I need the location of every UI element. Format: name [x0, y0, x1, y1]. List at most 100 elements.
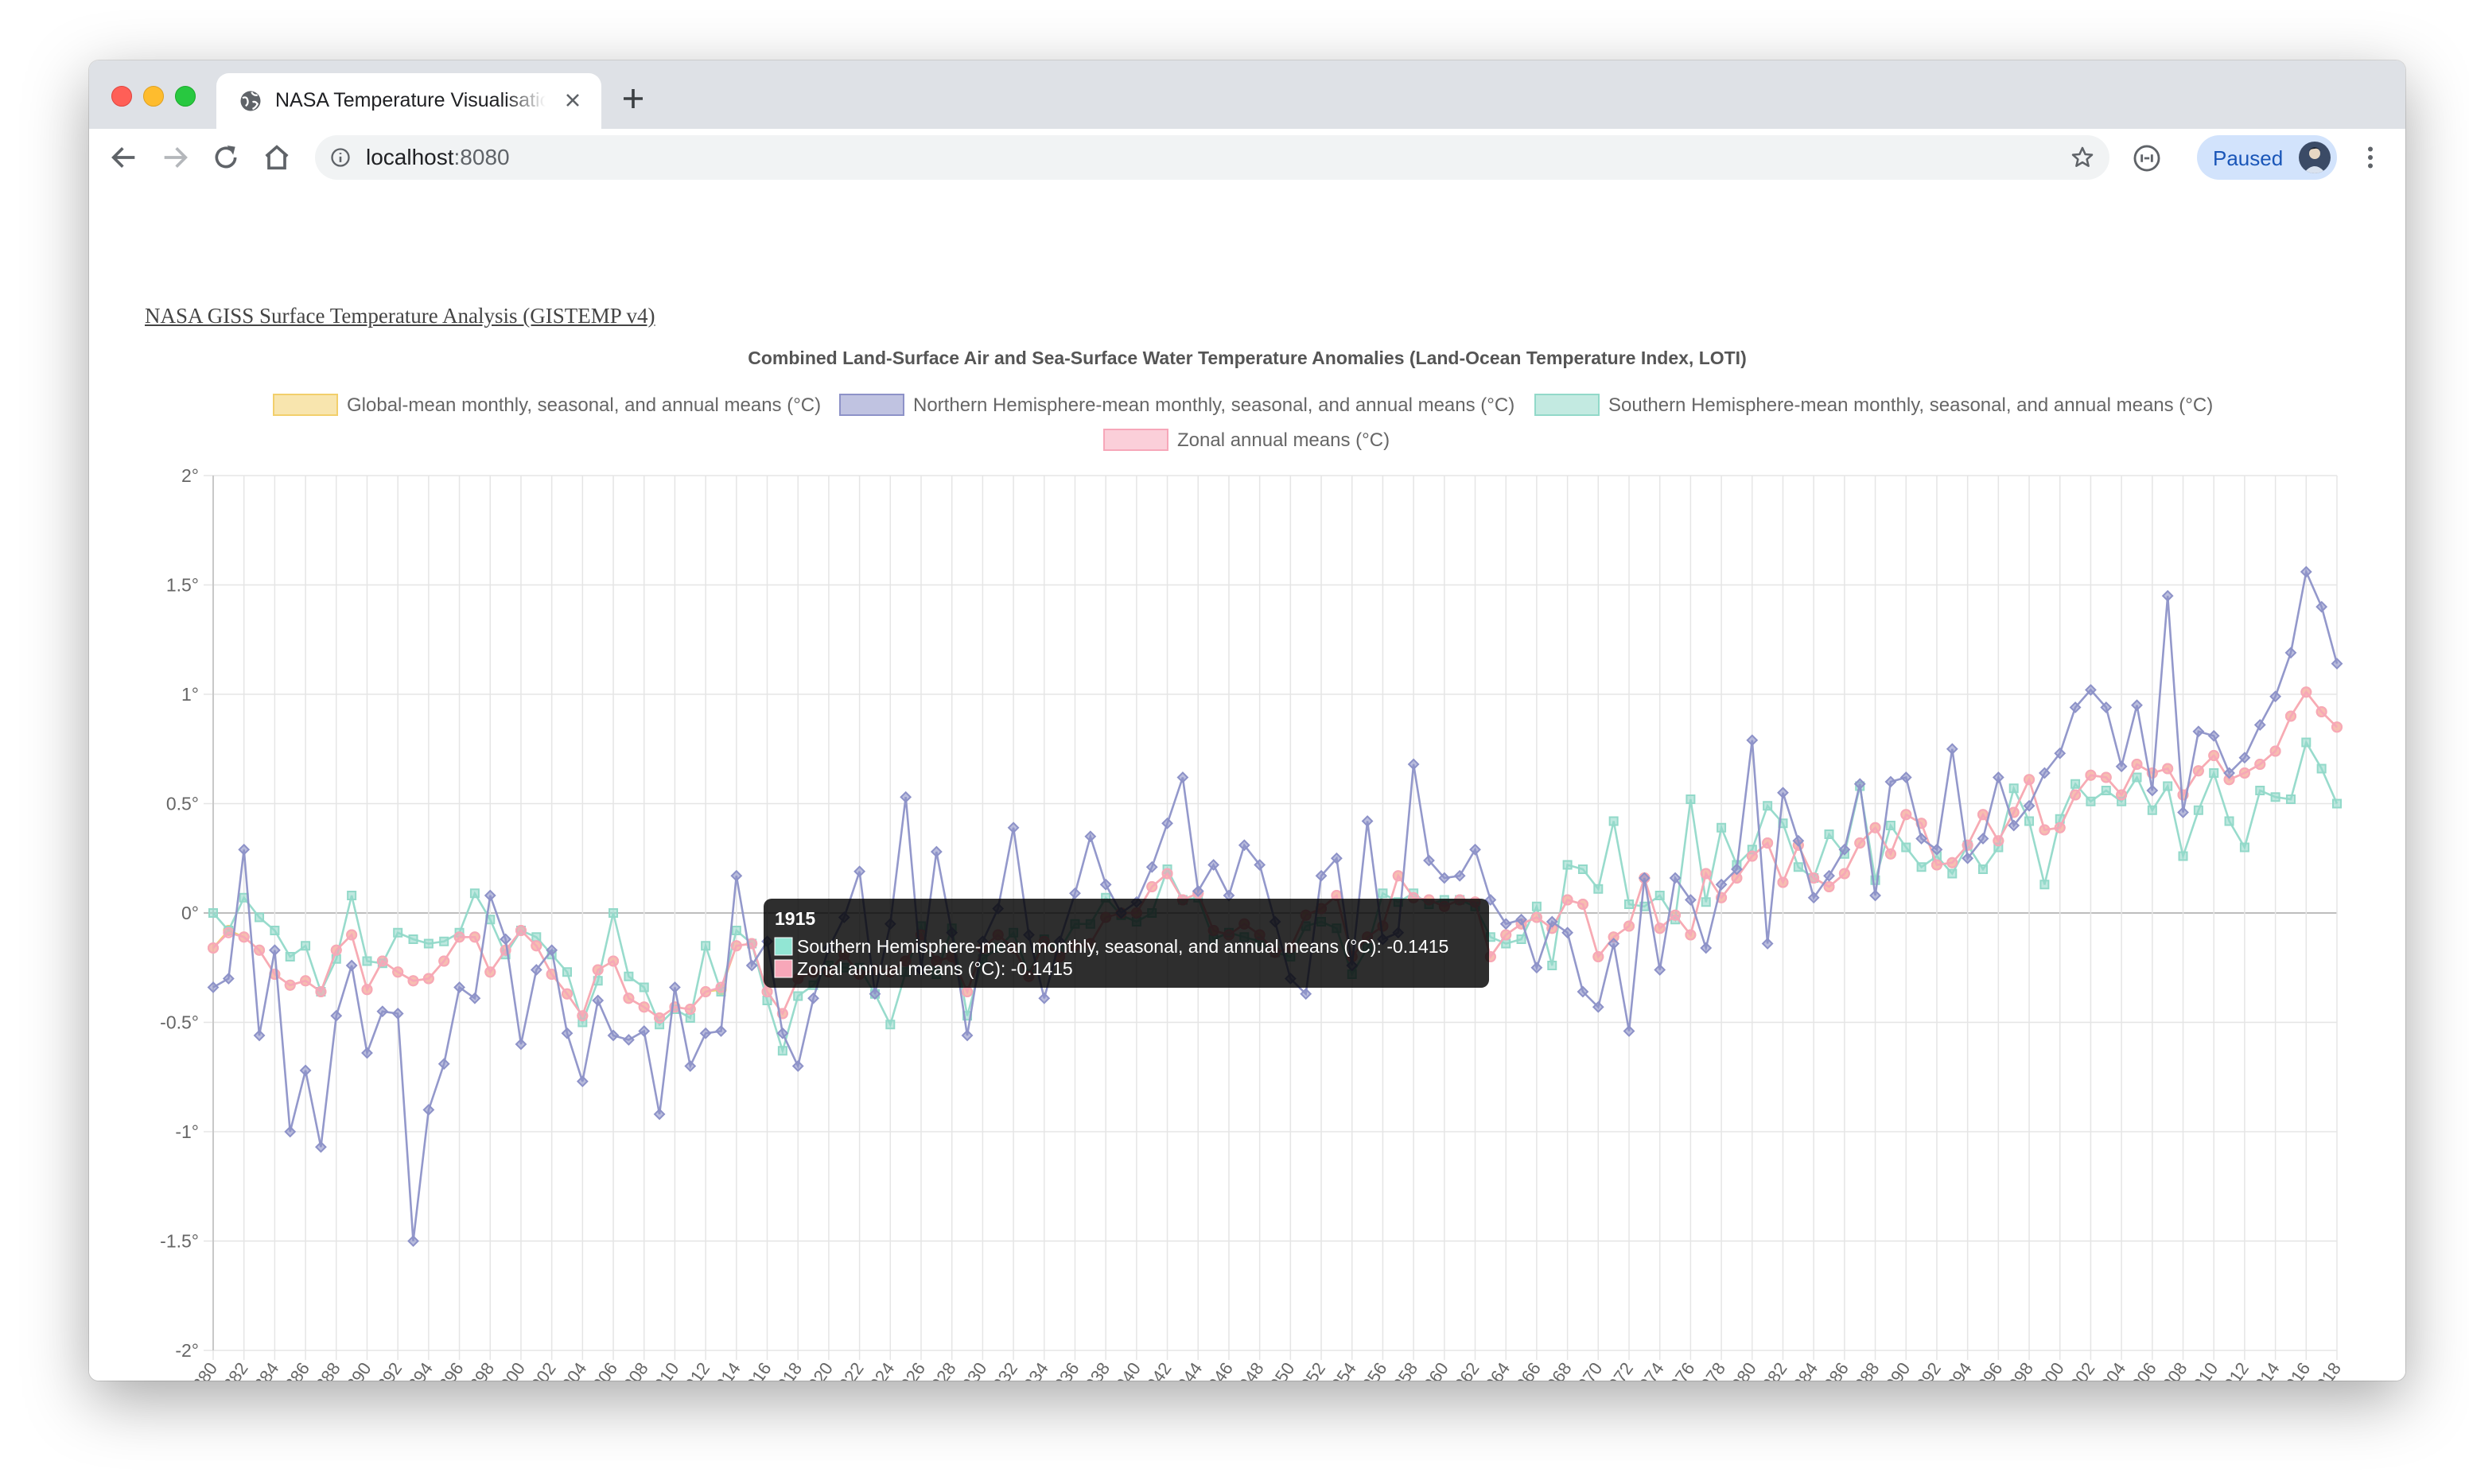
- data-point: [791, 1060, 804, 1072]
- data-point: [853, 865, 866, 878]
- close-tab-icon[interactable]: [562, 89, 584, 111]
- data-point: [284, 979, 296, 991]
- data-point: [1993, 835, 2004, 847]
- data-point: [361, 1047, 373, 1059]
- data-point: [1978, 864, 1988, 874]
- minimize-window-button[interactable]: [143, 86, 164, 107]
- data-point: [639, 982, 649, 993]
- data-point: [2254, 759, 2266, 770]
- data-point: [1070, 919, 1080, 929]
- maximize-window-button[interactable]: [175, 86, 196, 107]
- chart-legend: Global-mean monthly, seasonal, and annua…: [273, 394, 2213, 451]
- data-point: [392, 966, 404, 978]
- home-icon[interactable]: [261, 142, 293, 173]
- data-point: [2054, 822, 2066, 833]
- new-tab-icon[interactable]: [619, 84, 647, 113]
- data-point: [1362, 931, 1374, 943]
- data-point: [761, 986, 773, 997]
- data-point: [2331, 721, 2343, 733]
- data-point: [330, 944, 342, 956]
- data-point: [669, 981, 681, 993]
- data-point: [838, 949, 850, 961]
- data-point: [1285, 942, 1297, 954]
- y-tick-label: -1.5°: [160, 1231, 199, 1252]
- data-point: [437, 1058, 450, 1070]
- data-point: [2238, 767, 2250, 779]
- data-point: [1009, 927, 1019, 938]
- data-point: [900, 967, 911, 977]
- y-tick-label: -2°: [175, 1340, 199, 1361]
- data-point: [1686, 794, 1696, 804]
- data-point: [2332, 798, 2342, 809]
- profile-button[interactable]: Paused: [2197, 135, 2337, 180]
- data-point: [361, 984, 373, 996]
- data-point: [2115, 760, 2128, 773]
- data-point: [822, 942, 835, 954]
- data-point: [962, 986, 974, 997]
- data-point: [1530, 961, 1543, 974]
- legend-label: Southern Hemisphere-mean monthly, season…: [1608, 394, 2213, 416]
- bookmark-star-icon[interactable]: [2070, 145, 2095, 170]
- data-point: [2070, 779, 2081, 789]
- tooltip-swatch-zonal: [774, 959, 793, 978]
- data-point: [699, 1027, 712, 1039]
- back-arrow-icon[interactable]: [108, 142, 140, 173]
- data-point: [1377, 933, 1389, 946]
- data-point: [439, 936, 449, 946]
- data-point: [1577, 864, 1588, 874]
- data-point: [930, 845, 943, 858]
- data-point: [807, 992, 819, 1004]
- legend-swatch: [273, 394, 338, 416]
- info-icon[interactable]: [329, 146, 352, 169]
- close-window-button[interactable]: [111, 86, 132, 107]
- data-point: [730, 940, 742, 952]
- data-point: [2285, 794, 2296, 804]
- tab-title: NASA Temperature Visualisation: [275, 89, 546, 111]
- data-point: [2178, 851, 2188, 861]
- extension-icon[interactable]: [2132, 143, 2162, 173]
- data-point: [638, 1001, 650, 1013]
- data-point: [807, 966, 819, 978]
- tab-active[interactable]: NASA Temperature Visualisation: [216, 73, 601, 129]
- data-point: [701, 941, 711, 951]
- data-point: [2146, 784, 2159, 797]
- more-menu-icon[interactable]: [2356, 142, 2385, 173]
- data-point: [1899, 771, 1912, 783]
- forward-arrow-icon[interactable]: [159, 142, 191, 173]
- series-3: [208, 686, 2343, 1024]
- url-port: :8080: [453, 145, 510, 169]
- data-point: [2300, 686, 2312, 698]
- data-point: [1145, 860, 1158, 873]
- data-point: [1392, 870, 1404, 882]
- data-point: [1562, 860, 1573, 870]
- y-axis: 2° 1.5° 1° 0.5° 0° -0.5° -1° -1.5° -2°: [160, 465, 199, 1361]
- data-point: [1084, 938, 1096, 950]
- data-point: [1238, 918, 1250, 930]
- data-point: [622, 1034, 635, 1046]
- data-point: [731, 926, 741, 935]
- data-point: [1423, 894, 1435, 906]
- data-point: [2161, 589, 2174, 602]
- address-bar[interactable]: localhost:8080: [315, 135, 2109, 180]
- data-point: [793, 991, 803, 1001]
- data-point: [1207, 859, 1220, 871]
- legend-label: Global-mean monthly, seasonal, and annua…: [347, 394, 821, 416]
- data-point: [254, 944, 266, 956]
- data-point: [376, 955, 388, 967]
- data-point: [1670, 909, 1682, 921]
- data-point: [515, 925, 527, 936]
- x-axis: 1880188218841886188818901892189418961898…: [183, 1359, 2346, 1381]
- reload-icon[interactable]: [210, 142, 242, 173]
- data-point: [900, 955, 912, 967]
- data-point: [1930, 859, 1942, 871]
- data-point: [592, 964, 604, 976]
- data-point: [2132, 772, 2142, 783]
- data-point: [961, 1029, 974, 1042]
- data-point: [853, 969, 865, 980]
- data-point: [2315, 600, 2328, 613]
- browser-toolbar: localhost:8080 Paused: [89, 129, 2405, 189]
- data-point: [1069, 887, 1081, 899]
- data-point: [1516, 934, 1526, 944]
- data-point: [2024, 774, 2035, 786]
- data-point: [2207, 729, 2220, 742]
